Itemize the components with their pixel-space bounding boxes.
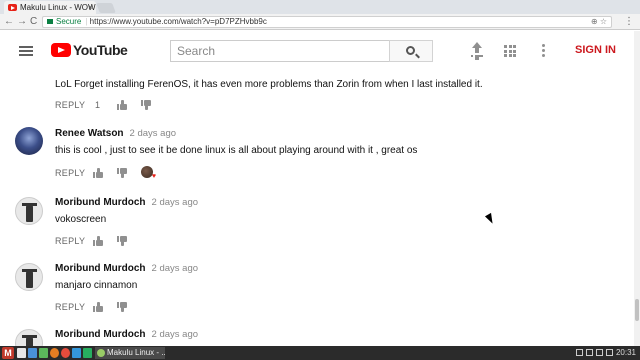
comment-text: LoL Forget installing FerenOS, it has ev…	[55, 79, 483, 90]
url-text: https://www.youtube.com/watch?v=pD7PZHvb…	[89, 17, 267, 26]
thumbs-down-icon[interactable]	[141, 100, 151, 110]
chrome-icon[interactable]	[61, 348, 70, 358]
browser-menu-icon[interactable]: ⋮	[624, 16, 634, 27]
tab-close-icon[interactable]: ×	[88, 1, 93, 14]
comment-text: vokoscreen	[55, 214, 107, 225]
author-name[interactable]: Moribund Murdoch	[55, 197, 146, 208]
avatar[interactable]	[15, 127, 43, 155]
secure-label: Secure	[56, 17, 82, 26]
forward-icon[interactable]: →	[17, 16, 27, 28]
reply-button[interactable]: REPLY	[55, 236, 85, 246]
thumbs-down-icon[interactable]	[117, 236, 127, 246]
thumbs-up-icon[interactable]	[93, 236, 103, 246]
reload-icon[interactable]: C	[30, 16, 37, 28]
author-name[interactable]: Moribund Murdoch	[55, 263, 146, 274]
comment-author[interactable]: Renee Watson 2 days ago	[55, 128, 176, 139]
avatar[interactable]	[15, 263, 43, 291]
clock[interactable]: 20:31	[616, 348, 636, 357]
comment-author[interactable]: Moribund Murdoch 2 days ago	[55, 329, 198, 340]
thumbs-up-icon[interactable]	[93, 168, 103, 178]
comment-author[interactable]: Moribund Murdoch 2 days ago	[55, 197, 198, 208]
comment-timestamp[interactable]: 2 days ago	[152, 263, 198, 274]
comment-timestamp[interactable]: 2 days ago	[152, 197, 198, 208]
apps-grid-icon[interactable]	[504, 45, 516, 57]
start-menu-button[interactable]: M	[2, 347, 14, 359]
comments-section: LoL Forget installing FerenOS, it has ev…	[0, 71, 634, 346]
reply-button[interactable]: REPLY	[55, 168, 85, 178]
search-button[interactable]	[389, 40, 433, 62]
settings-icon[interactable]	[83, 348, 92, 358]
hamburger-menu-icon[interactable]	[19, 46, 33, 56]
url-bar[interactable]: Secure | https://www.youtube.com/watch?v=…	[42, 16, 612, 28]
author-name[interactable]: Renee Watson	[55, 128, 124, 139]
like-count: 1	[95, 100, 101, 110]
lock-icon	[47, 19, 53, 24]
tray-icon[interactable]	[605, 349, 613, 357]
scrollbar-thumb[interactable]	[635, 299, 639, 321]
reply-button[interactable]: REPLY	[55, 100, 85, 110]
thumbs-up-icon[interactable]	[117, 100, 127, 110]
os-taskbar: M Makulu Linux - ... 20:31	[0, 346, 640, 360]
address-bar-row: ← → C Secure | https://www.youtube.com/wa…	[0, 14, 640, 30]
upload-icon[interactable]	[470, 42, 484, 58]
editor-icon[interactable]	[72, 348, 81, 358]
reply-button[interactable]: REPLY	[55, 302, 85, 312]
browser-tab-strip: Makulu Linux - WOW ×	[0, 0, 640, 14]
creator-heart-icon: ♥	[141, 166, 156, 180]
page-scrollbar[interactable]	[634, 31, 640, 346]
search-input[interactable]: Search	[170, 40, 390, 62]
comment-timestamp[interactable]: 2 days ago	[130, 128, 176, 139]
new-tab-button[interactable]	[96, 3, 116, 13]
tray-icon[interactable]	[585, 349, 593, 357]
search-icon	[406, 46, 415, 55]
sign-in-button[interactable]: SIGN IN	[575, 44, 616, 56]
youtube-masthead: YouTube Search SIGN IN	[0, 31, 634, 71]
bookmark-star-icon[interactable]: ⊕ ☆	[591, 17, 607, 27]
comment-text: manjaro cinnamon	[55, 280, 138, 291]
thumbs-down-icon[interactable]	[117, 168, 127, 178]
comment-timestamp[interactable]: 2 days ago	[152, 329, 198, 340]
avatar[interactable]	[15, 197, 43, 225]
tray-icon[interactable]	[595, 349, 603, 357]
youtube-logo-icon[interactable]	[51, 43, 71, 57]
taskbar-window-label: Makulu Linux - ...	[107, 348, 165, 357]
author-name[interactable]: Moribund Murdoch	[55, 329, 146, 340]
more-options-icon[interactable]	[542, 44, 546, 58]
app-launcher-icon[interactable]	[39, 348, 48, 358]
comment-author[interactable]: Moribund Murdoch 2 days ago	[55, 263, 198, 274]
browser-tab[interactable]: Makulu Linux - WOW ×	[4, 1, 96, 14]
back-icon[interactable]: ←	[4, 16, 14, 28]
tab-title: Makulu Linux - WOW	[20, 3, 96, 12]
taskbar-window-button[interactable]: Makulu Linux - ...	[95, 347, 165, 359]
search-launcher-icon[interactable]	[50, 348, 59, 358]
youtube-favicon-icon	[8, 4, 17, 11]
window-app-icon	[97, 349, 105, 357]
avatar[interactable]	[15, 329, 43, 346]
thumbs-down-icon[interactable]	[117, 302, 127, 312]
file-manager-icon[interactable]	[17, 348, 26, 358]
terminal-icon[interactable]	[28, 348, 37, 358]
comment-text: this is cool , just to see it be done li…	[55, 145, 418, 156]
tray-icon[interactable]	[575, 349, 583, 357]
thumbs-up-icon[interactable]	[93, 302, 103, 312]
system-tray: 20:31	[575, 347, 636, 359]
youtube-logo-text[interactable]: YouTube	[73, 42, 128, 58]
